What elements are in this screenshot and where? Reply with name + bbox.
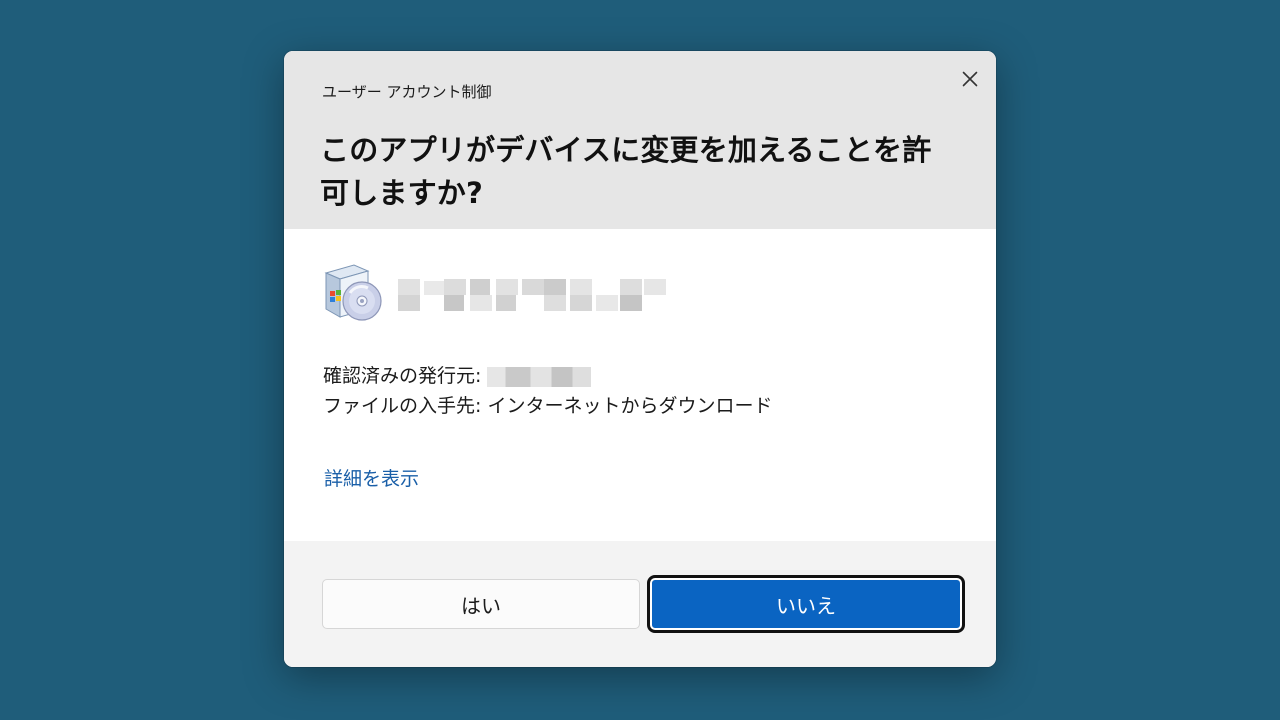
file-origin-line: ファイルの入手先: インターネットからダウンロード [323, 395, 773, 417]
yes-button[interactable]: はい [322, 579, 640, 629]
dialog-body: 確認済みの発行元: ファイルの入手先: インターネットからダウンロード 詳細を表… [284, 229, 996, 541]
publisher-label: 確認済みの発行元: [323, 365, 482, 387]
publisher-line: 確認済みの発行元: [323, 361, 592, 388]
show-details-link[interactable]: 詳細を表示 [324, 464, 419, 491]
uac-dialog: ユーザー アカウント制御 このアプリがデバイスに変更を加えることを許可しますか? [284, 51, 996, 667]
dialog-footer: はい いいえ [284, 541, 996, 667]
close-button[interactable] [954, 65, 986, 93]
app-name-redacted [398, 277, 682, 313]
dialog-question: このアプリがデバイスに変更を加えることを許可しますか? [320, 133, 932, 210]
dialog-header: ユーザー アカウント制御 このアプリがデバイスに変更を加えることを許可しますか? [284, 51, 996, 229]
window-title: ユーザー アカウント制御 [322, 83, 492, 101]
no-button[interactable]: いいえ [647, 575, 965, 633]
software-installer-icon [320, 259, 386, 325]
publisher-value-redacted [487, 366, 592, 387]
close-icon [962, 71, 978, 87]
